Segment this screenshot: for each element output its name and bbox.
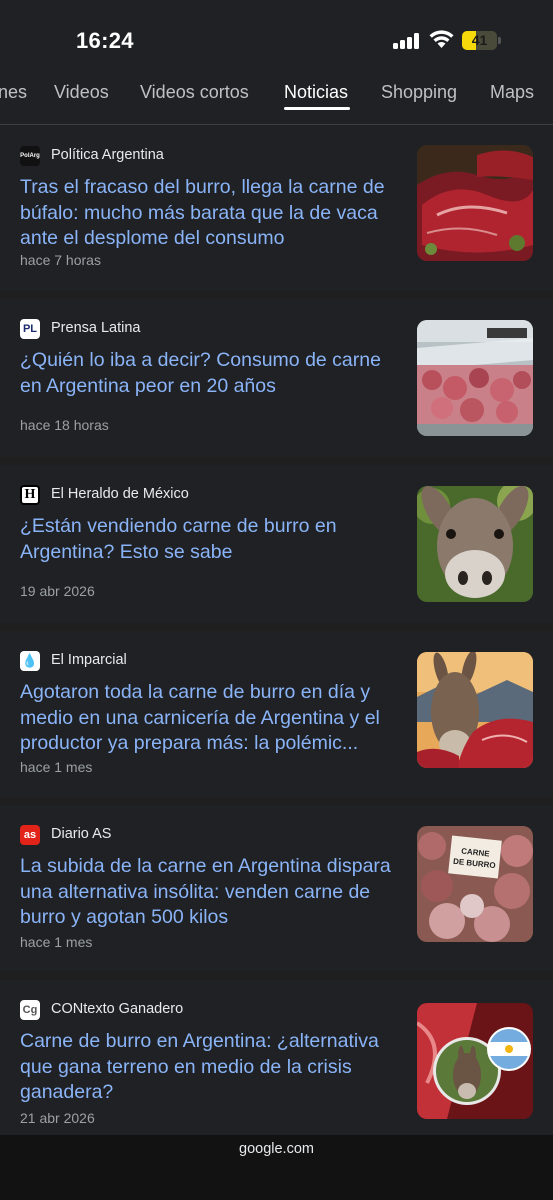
tab-maps[interactable]: Maps bbox=[490, 82, 534, 103]
news-timestamp: 21 abr 2026 bbox=[20, 1110, 95, 1126]
news-headline[interactable]: ¿Quién lo iba a decir? Consumo de carne … bbox=[20, 348, 405, 399]
wifi-icon bbox=[428, 29, 455, 49]
source-name: El Heraldo de México bbox=[51, 486, 189, 502]
news-card[interactable]: Cg CONtexto Ganadero Carne de burro en A… bbox=[0, 980, 553, 1140]
contexto-ganadero-favicon-icon: Cg bbox=[20, 1000, 40, 1020]
el-imparcial-favicon-icon: 💧 bbox=[20, 651, 40, 671]
news-timestamp: hace 1 mes bbox=[20, 759, 93, 775]
tab-shopping[interactable]: Shopping bbox=[381, 82, 457, 103]
tab-short-videos[interactable]: Videos cortos bbox=[140, 82, 249, 103]
news-headline[interactable]: Carne de burro en Argentina: ¿alternativ… bbox=[20, 1029, 405, 1106]
source-name: Diario AS bbox=[51, 826, 112, 842]
cellular-signal-icon bbox=[393, 33, 421, 49]
news-headline[interactable]: ¿Están vendiendo carne de burro en Argen… bbox=[20, 514, 405, 565]
prensa-latina-favicon-icon: PL bbox=[20, 319, 40, 339]
donkey-face-thumbnail[interactable] bbox=[417, 486, 533, 602]
tab-news-partial[interactable]: nes bbox=[0, 82, 27, 103]
news-headline[interactable]: Agotaron toda la carne de burro en día y… bbox=[20, 680, 405, 757]
search-tabs: nes Videos Videos cortos Noticias Shoppi… bbox=[0, 72, 553, 125]
news-card[interactable]: PolArg Política Argentina Tras el fracas… bbox=[0, 126, 553, 291]
news-timestamp: hace 18 horas bbox=[20, 417, 109, 433]
battery-level: 41 bbox=[471, 32, 488, 48]
clock: 16:24 bbox=[76, 28, 134, 53]
donkey-with-meat-thumbnail[interactable] bbox=[417, 652, 533, 768]
diario-as-favicon-icon: as bbox=[20, 825, 40, 845]
battery-icon: 41 bbox=[462, 31, 501, 50]
raw-beef-thumbnail[interactable] bbox=[417, 145, 533, 261]
news-card[interactable]: H El Heraldo de México ¿Están vendiendo … bbox=[0, 465, 553, 623]
donkey-argentina-flag-thumbnail[interactable] bbox=[417, 1003, 533, 1119]
news-headline[interactable]: Tras el fracaso del burro, llega la carn… bbox=[20, 175, 405, 252]
browser-footer: google.com bbox=[0, 1135, 553, 1200]
url-display[interactable]: google.com bbox=[0, 1141, 553, 1157]
active-tab-indicator bbox=[284, 107, 350, 110]
source-name: Prensa Latina bbox=[51, 320, 141, 336]
source-name: El Imparcial bbox=[51, 652, 127, 668]
el-heraldo-favicon-icon: H bbox=[20, 485, 40, 505]
news-card[interactable]: PL Prensa Latina ¿Quién lo iba a decir? … bbox=[0, 299, 553, 457]
news-card[interactable]: as Diario AS La subida de la carne en Ar… bbox=[0, 805, 553, 971]
carne-de-burro-sign-thumbnail[interactable]: CARNE DE BURRO bbox=[417, 826, 533, 942]
politica-argentina-favicon-icon: PolArg bbox=[20, 146, 40, 166]
tab-noticias[interactable]: Noticias bbox=[284, 82, 348, 103]
source-name: CONtexto Ganadero bbox=[51, 1001, 184, 1017]
status-bar: 16:24 41 bbox=[0, 0, 553, 72]
tab-videos[interactable]: Videos bbox=[54, 82, 109, 103]
source-name: Política Argentina bbox=[51, 147, 164, 163]
news-headline[interactable]: La subida de la carne en Argentina dispa… bbox=[20, 854, 405, 931]
news-card[interactable]: 💧 El Imparcial Agotaron toda la carne de… bbox=[0, 631, 553, 797]
butcher-counter-thumbnail[interactable] bbox=[417, 320, 533, 436]
news-timestamp: hace 1 mes bbox=[20, 934, 93, 950]
news-timestamp: hace 7 horas bbox=[20, 252, 101, 268]
news-timestamp: 19 abr 2026 bbox=[20, 583, 95, 599]
